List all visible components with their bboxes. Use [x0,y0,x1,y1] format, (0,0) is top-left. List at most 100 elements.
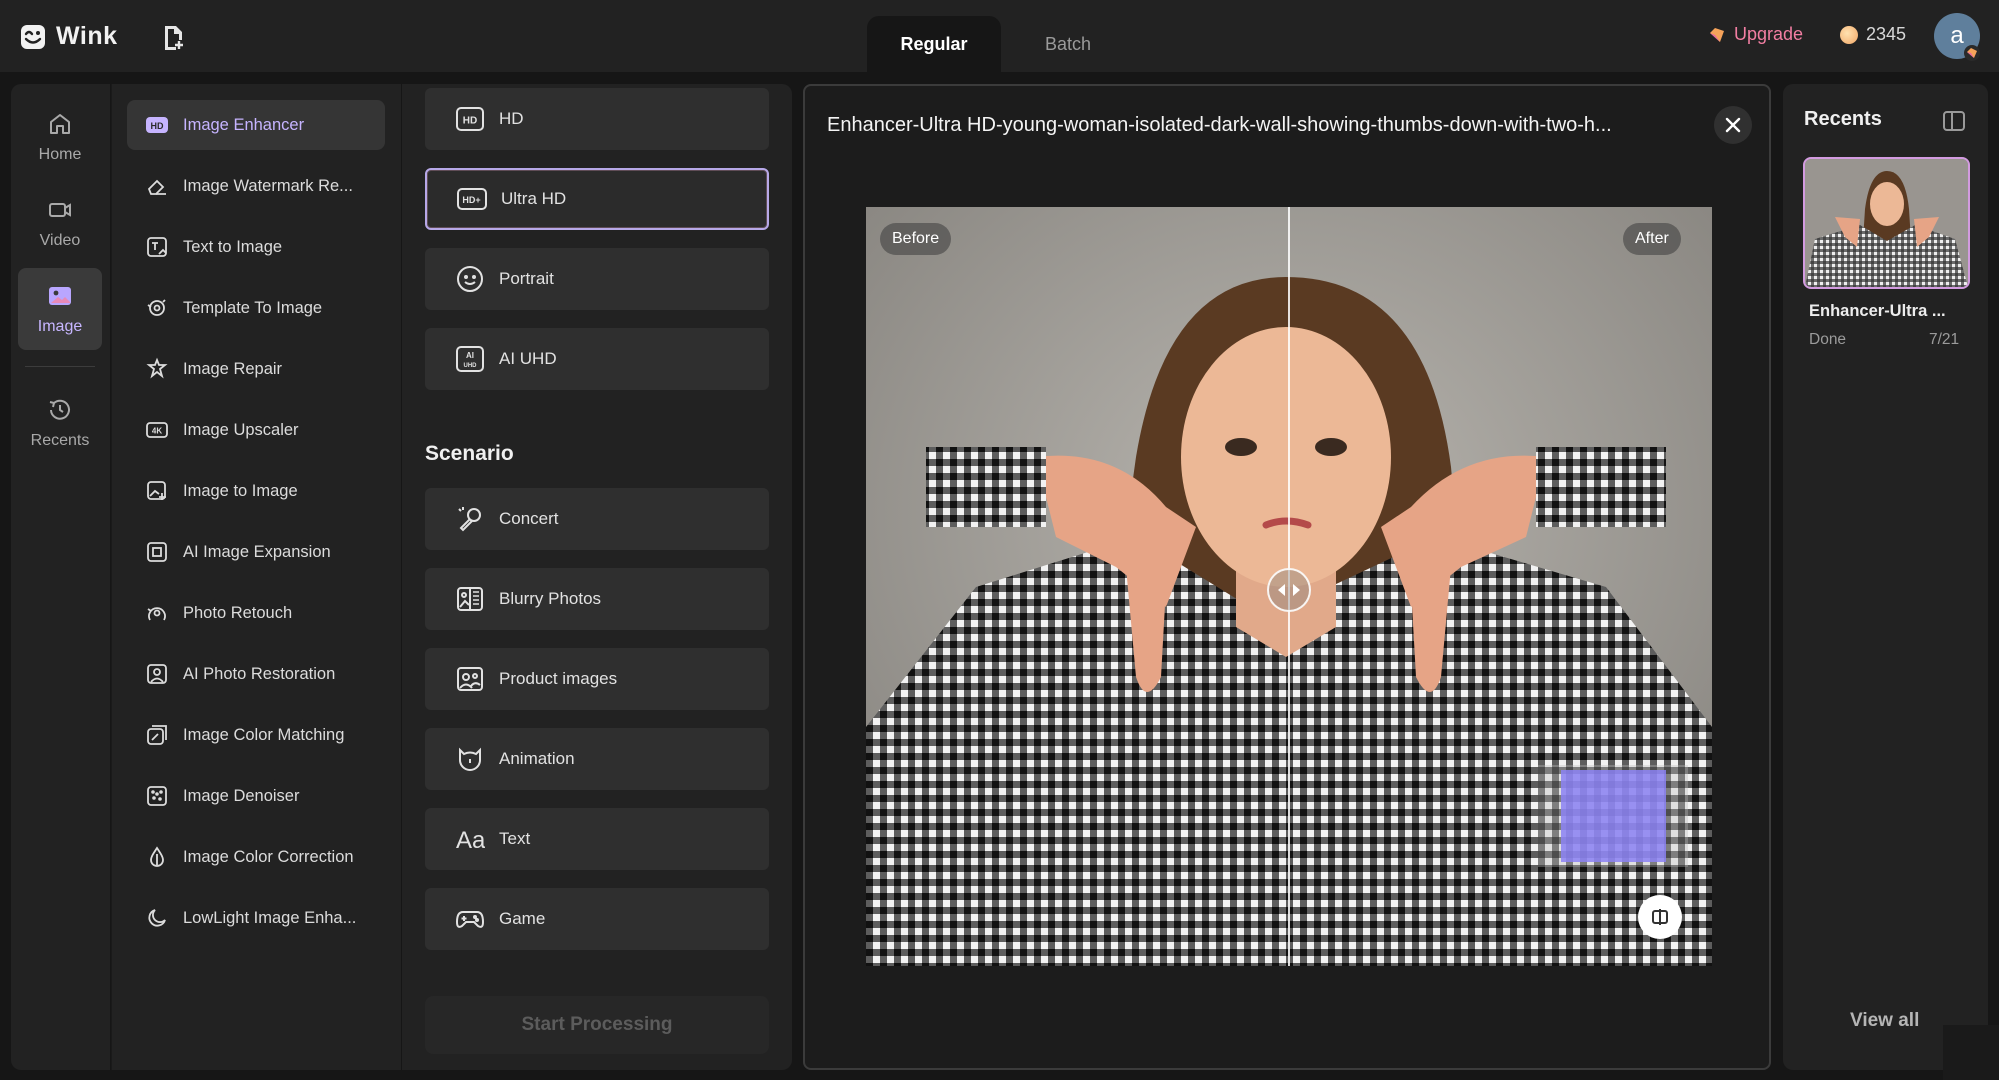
svg-text:HD+: HD+ [462,195,480,205]
close-icon [1725,117,1741,133]
tool-label: Photo Retouch [183,603,293,622]
scenario-product-images[interactable]: Product images [425,648,769,710]
nav-recents[interactable]: Recents [18,382,102,464]
tool-color-correction[interactable]: Image Color Correction [127,832,385,882]
drag-arrows-icon [1278,584,1300,596]
scenario-blurry-photos[interactable]: Blurry Photos [425,568,769,630]
tool-label: Template To Image [183,298,323,317]
nav-video[interactable]: Video [18,182,102,264]
svg-text:Aa: Aa [456,827,485,854]
animation-icon [459,747,481,771]
expand-icon [147,542,167,562]
split-view-icon [1652,909,1668,925]
restoration-icon [147,664,167,684]
tool-image-upscaler[interactable]: 4K Image Upscaler [127,405,385,455]
coin-count: 2345 [1866,24,1907,44]
option-ai-uhd[interactable]: AI UHD AI UHD [425,328,769,390]
diamond-icon [1710,27,1724,42]
eraser-icon [147,179,166,195]
coin-icon [1840,25,1858,44]
view-all-link[interactable]: View all [1850,1010,1919,1032]
coin-balance[interactable]: 2345 [1840,24,1906,45]
tool-image-enhancer[interactable]: HD Image Enhancer [127,100,385,150]
tool-label: LowLight Image Enha... [183,908,357,927]
option-label: Text [499,829,531,848]
import-document-icon[interactable] [161,24,187,50]
option-label: Animation [499,749,575,768]
tool-label: Image to Image [183,481,298,500]
option-hd[interactable]: HD HD [425,88,769,150]
close-preview-button[interactable] [1714,106,1752,144]
corner-overlay [1943,1025,1999,1080]
tool-text-to-image[interactable]: Text to Image [127,222,385,272]
option-label: Blurry Photos [499,589,602,608]
zoom-minimap[interactable] [1538,765,1688,867]
app-logo[interactable]: Wink [20,22,118,51]
tab-batch[interactable]: Batch [1001,16,1135,72]
product-icon [457,667,483,691]
tool-ai-photo-restoration[interactable]: AI Photo Restoration [127,649,385,699]
tool-lowlight-enhancer[interactable]: LowLight Image Enha... [127,893,385,943]
option-portrait[interactable]: Portrait [425,248,769,310]
option-label: Concert [499,509,559,528]
svg-text:AI: AI [466,351,474,360]
tool-label: AI Image Expansion [183,542,331,561]
nav-home[interactable]: Home [18,96,102,178]
home-icon [50,114,70,134]
sidebar-toggle-icon[interactable] [1942,110,1966,132]
scenario-animation[interactable]: Animation [425,728,769,790]
preview-panel: Enhancer-Ultra HD-young-woman-isolated-d… [803,84,1771,1070]
tool-template-to-image[interactable]: Template To Image [127,283,385,333]
upgrade-button[interactable]: Upgrade [1708,24,1803,45]
recent-thumbnail[interactable] [1803,157,1970,289]
option-label: Portrait [499,269,554,288]
tool-image-to-image[interactable]: Image to Image [127,466,385,516]
tab-regular[interactable]: Regular [867,16,1001,72]
option-label: AI UHD [499,349,557,368]
svg-text:HD: HD [151,121,164,131]
nav-image[interactable]: Image [18,268,102,350]
before-after-compare[interactable]: Before After [866,207,1712,966]
recents-title: Recents [1804,108,1882,130]
tool-color-matching[interactable]: Image Color Matching [127,710,385,760]
retouch-icon [147,607,166,621]
scenario-game[interactable]: Game [425,888,769,950]
scenario-concert[interactable]: Concert [425,488,769,550]
nav-rail: Home Video Image Recents [11,84,110,1070]
tool-label: AI Photo Restoration [183,664,336,683]
nav-video-label: Video [39,232,81,249]
tool-label: Image Denoiser [183,786,300,805]
blurry-icon [457,587,483,611]
svg-text:UHD: UHD [464,363,478,369]
hd-plus-icon: HD+ [457,188,487,210]
face-icon [457,266,483,292]
history-icon [49,399,70,420]
top-bar: Wink Regular Batch Upgrade 2345 a [0,0,1999,72]
tool-image-repair[interactable]: Image Repair [127,344,385,394]
4k-icon: 4K [146,422,168,438]
tool-photo-retouch[interactable]: Photo Retouch [127,588,385,638]
tool-image-denoiser[interactable]: Image Denoiser [127,771,385,821]
tool-ai-image-expansion[interactable]: AI Image Expansion [127,527,385,577]
nav-divider [25,366,95,367]
tool-label: Image Repair [183,359,283,378]
upgrade-label: Upgrade [1734,24,1804,44]
scenario-text[interactable]: Aa Text [425,808,769,870]
start-processing-button[interactable]: Start Processing [425,996,769,1054]
enhance-options-panel: HD HD HD+ Ultra HD Portrait AI UHD AI UH… [402,84,792,1070]
nav-image-label: Image [37,318,83,335]
compare-slider-handle[interactable] [1267,568,1311,612]
mode-tabs: Regular Batch [867,16,1135,72]
after-label: After [1623,223,1681,255]
compare-toggle-button[interactable] [1638,895,1682,939]
before-label: Before [880,223,952,255]
tool-watermark-remover[interactable]: Image Watermark Re... [127,161,385,211]
svg-text:HD: HD [463,116,477,127]
minimap-viewport[interactable] [1561,770,1666,862]
tool-label: Image Upscaler [183,420,299,439]
tool-label: Image Enhancer [183,115,305,134]
recent-thumbnail-image [1805,159,1968,287]
option-ultra-hd[interactable]: HD+ Ultra HD [425,168,769,230]
text-image-icon [147,237,167,257]
hd-icon: HD [456,107,484,131]
